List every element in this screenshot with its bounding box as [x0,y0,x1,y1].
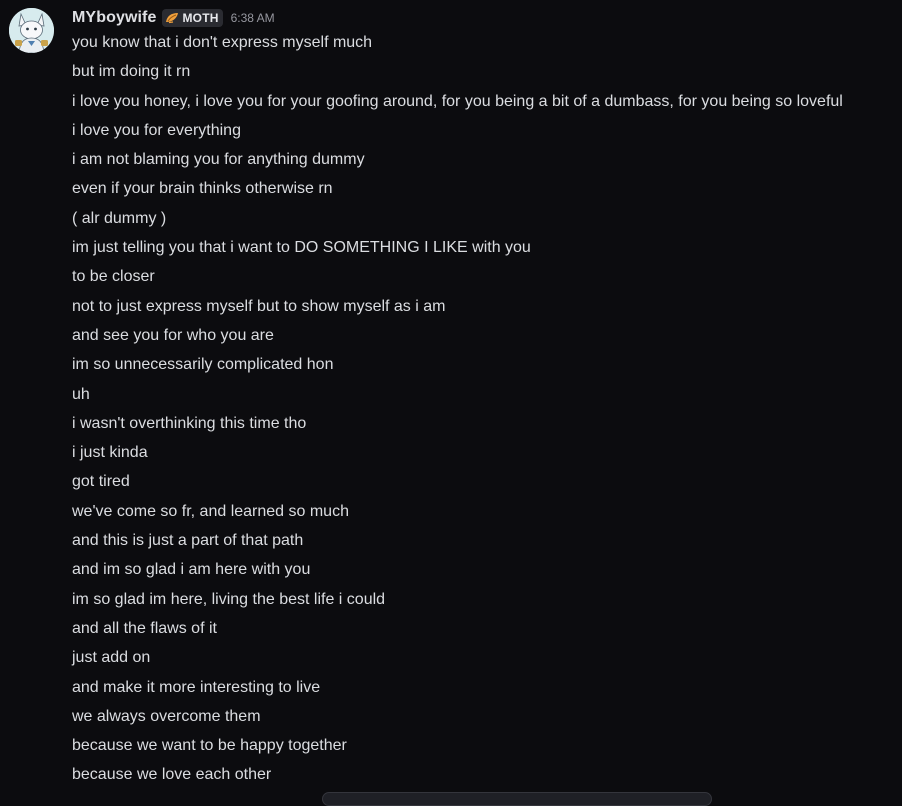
server-tag-label: MOTH [182,11,219,25]
message-line: im so glad im here, living the best life… [72,590,386,608]
message-line: i just kinda [72,444,148,462]
message-line: got tired [72,473,130,491]
message-line: even if your brain thinks otherwise rn [72,180,333,198]
message-line: and all the flaws of it [72,619,217,637]
message-line: uh [72,385,90,403]
user-avatar[interactable] [9,8,54,53]
message-line: i love you honey, i love you for your go… [72,92,843,110]
moth-wing-icon [166,13,179,24]
message-line: to be closer [72,268,155,286]
message-line: because we love each other [72,766,272,784]
message-line: im so unnecessarily complicated hon [72,356,334,374]
message-line: but im doing it rn [72,63,191,81]
message-line: we always overcome them [72,707,261,725]
message-line: not to just express myself but to show m… [72,297,446,315]
message-line: ( alr dummy ) [72,209,167,227]
message-line: and this is just a part of that path [72,532,304,550]
message-line: just add on [72,649,151,667]
message-line: i am not blaming you for anything dummy [72,151,365,169]
message-line: you know that i don't express myself muc… [72,34,373,51]
message-input-edge[interactable] [322,792,712,806]
message-line: because we want to be happy together [72,737,347,755]
message-line: and make it more interesting to live [72,678,321,696]
author-name[interactable]: MYboywife [72,9,156,27]
message-line: i love you for everything [72,121,241,139]
message-line: we've come so fr, and learned so much [72,502,349,520]
message-header: MYboywife MOTH 6:38 AM [72,6,275,30]
message-lines: you know that i don't express myself muc… [72,28,843,790]
message-line: and im so glad i am here with you [72,561,311,579]
message-line: i wasn't overthinking this time tho [72,414,307,432]
message-group: MYboywife MOTH 6:38 AM you know that i d… [0,0,902,806]
message-timestamp[interactable]: 6:38 AM [231,11,275,25]
white-fox-avatar-icon [9,8,54,53]
server-tag[interactable]: MOTH [162,9,223,27]
message-line: im just telling you that i want to DO SO… [72,239,531,257]
message-line: and see you for who you are [72,326,274,344]
